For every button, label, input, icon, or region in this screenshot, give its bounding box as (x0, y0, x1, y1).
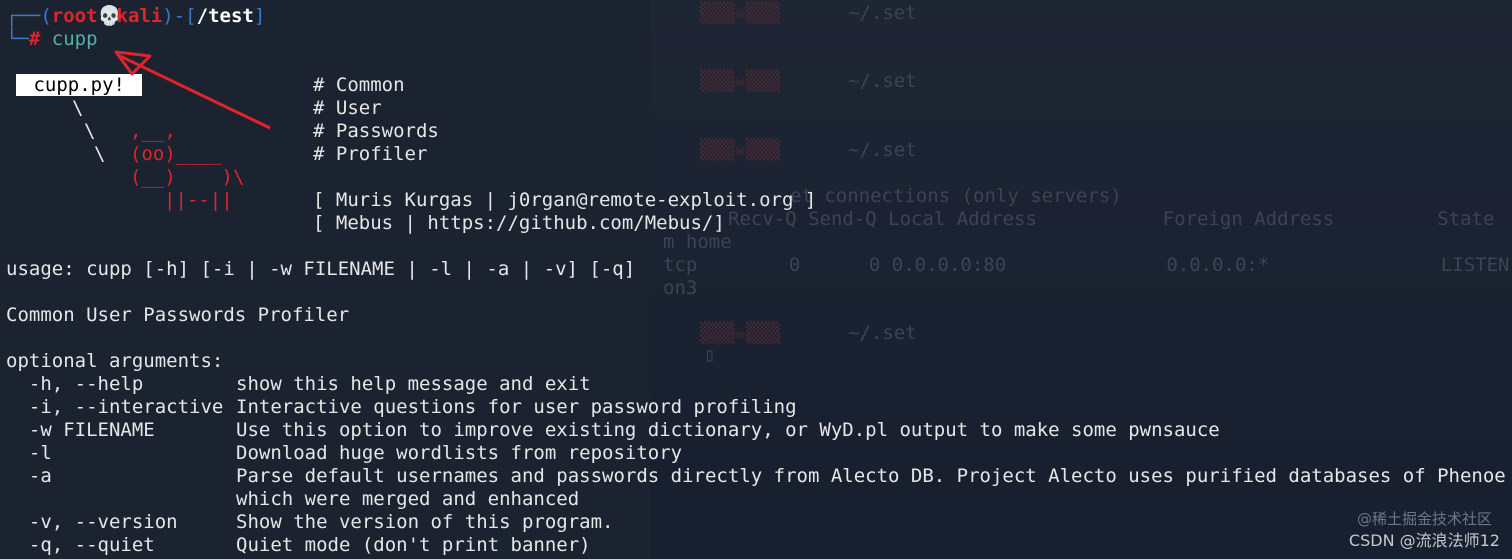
prompt-host: kali (116, 5, 163, 27)
ghost-prompt-path-1: ~/.set (848, 2, 917, 24)
arg-flag-wordlist: -w FILENAME (6, 419, 155, 441)
arg-desc-download: Download huge wordlists from repository (236, 442, 683, 464)
arg-flag-interactive: -i, --interactive (6, 396, 224, 418)
arg-flag-help: -h, --help (6, 373, 144, 395)
art-head: (oo)____ (130, 143, 222, 165)
bubble-text: cupp.py! (16, 74, 143, 96)
arg-desc-quiet: Quiet mode (don't print banner) (236, 534, 591, 556)
arg-desc-alecto-cont: which were merged and enhanced (236, 488, 580, 510)
arrow-shaft (119, 54, 271, 130)
menu-user: # User (313, 97, 382, 119)
prompt-hash: # (28, 28, 52, 50)
ghost-skull-icon: ☠ (734, 2, 746, 24)
ghost-row-suffix: on3 (663, 277, 698, 299)
prompt-cwd: /test (196, 5, 254, 27)
arg-flag-quiet: -q, --quiet (6, 534, 155, 556)
usage-line: usage: cupp [-h] [-i | -w FILENAME | -l … (6, 258, 636, 280)
banner-bubble: cupp.py! (16, 74, 143, 97)
arg-desc-wordlist: Use this option to improve existing dict… (236, 419, 1220, 441)
ghost-cursor: ▯ (704, 344, 716, 366)
prompt-close: ] (253, 5, 266, 27)
art-line-1: \ (72, 97, 84, 119)
skull-icon: 💀 (97, 5, 122, 27)
art-line-3: \ (94, 143, 106, 165)
credit-mebus: [ Mebus | https://github.com/Mebus/] (313, 212, 725, 234)
ghost-prompt-path-3: ~/.set (848, 139, 917, 161)
prompt-line: ┌──(root💀kali)-[/test] (6, 5, 265, 28)
watermark-juejin: @稀土掘金技术社区 (1356, 510, 1492, 528)
art-horns: ,__, (130, 120, 176, 142)
ghost-prompt-2: ▒▒▒☠▒▒▒ (700, 70, 781, 92)
ghost-prompt-4: ▒▒▒☠▒▒▒ (700, 322, 781, 344)
menu-passwords: # Passwords (313, 120, 439, 142)
menu-profiler: # Profiler (313, 143, 428, 165)
description-line: Common User Passwords Profiler (6, 304, 350, 326)
watermark-csdn: CSDN @流浪法师12 (1348, 531, 1500, 550)
prompt-sep: )-[ (162, 5, 197, 27)
menu-common: # Common (313, 74, 405, 96)
prompt-corner-top: ┌──( (6, 5, 52, 27)
arrow-head (114, 50, 152, 76)
ghost-net-columns: Recv-Q Send-Q Local Address Foreign Addr… (728, 208, 1495, 230)
art-body: (__) )\ (130, 166, 245, 188)
arg-desc-help: show this help message and exit (236, 373, 591, 395)
credit-muris: [ Muris Kurgas | j0rgan@remote-exploit.o… (313, 189, 817, 211)
arg-flag-download: -l (6, 442, 52, 464)
art-legs: ||--|| (164, 189, 233, 211)
prompt-user: root (51, 5, 98, 27)
arg-desc-version: Show the version of this program. (236, 511, 614, 533)
arg-desc-alecto: Parse default usernames and passwords di… (236, 465, 1506, 487)
ghost-prompt-path-2: ~/.set (848, 70, 917, 92)
ghost-net-header: et connections (only servers) (790, 185, 1122, 207)
command-text: cupp (51, 28, 98, 50)
ghost-net-row: tcp 0 0 0.0.0.0:80 0.0.0.0:* LISTEN (663, 254, 1510, 276)
ghost-prompt-3: ▒▒▒☠▒▒▒ (700, 139, 781, 161)
prompt-corner-bottom: └─ (6, 28, 29, 50)
section-heading: optional arguments: (6, 350, 224, 372)
art-line-2: \ (84, 120, 96, 142)
arg-flag-version: -v, --version (6, 511, 178, 533)
arg-flag-alecto: -a (6, 465, 52, 487)
ghost-prompt-path-4: ~/.set (848, 322, 917, 344)
arg-desc-interactive: Interactive questions for user password … (236, 396, 797, 418)
command-line: └─# cupp (6, 28, 98, 51)
ghost-prompt-1: ▒▒▒☠▒▒▒ (700, 2, 781, 24)
